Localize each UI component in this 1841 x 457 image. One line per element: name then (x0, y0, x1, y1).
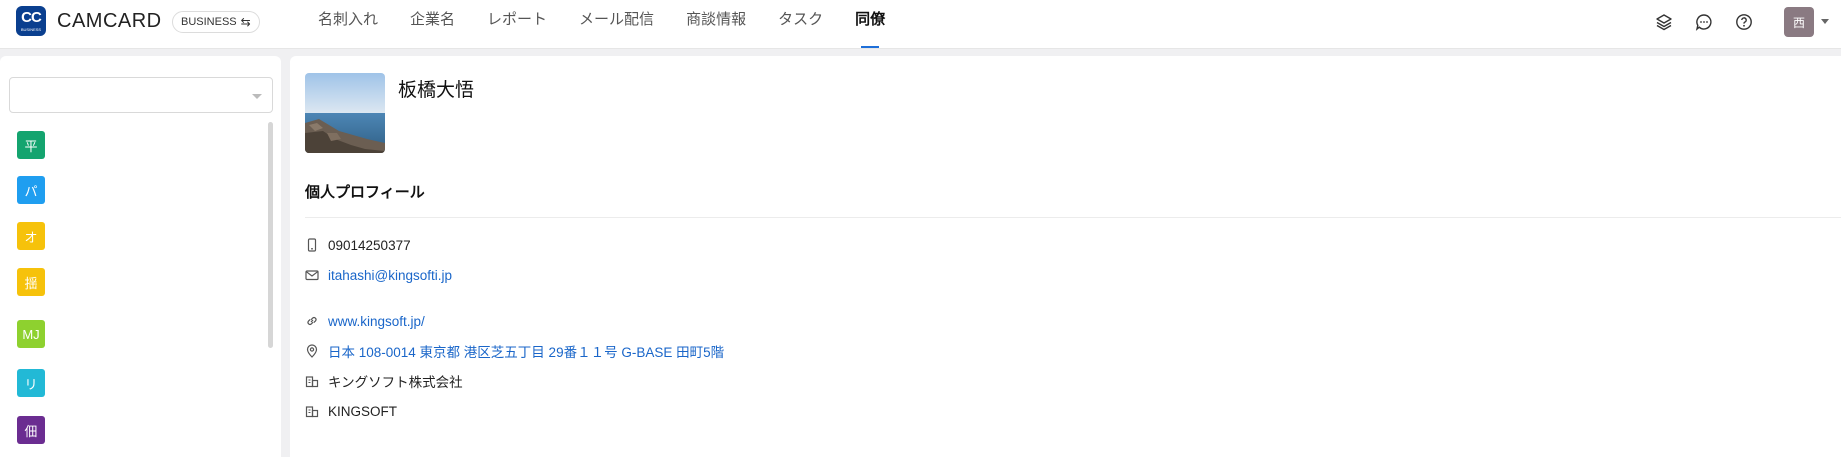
app-name: CAMCARD (57, 10, 162, 32)
user-avatar[interactable]: 西 (1784, 7, 1814, 37)
member-avatar[interactable]: MJ (17, 320, 45, 348)
logo-subtext: BUSINESS (20, 27, 42, 32)
nav-tab-tasks[interactable]: タスク (778, 0, 823, 48)
building-icon (305, 374, 319, 388)
website-row: www.kingsoft.jp/ (305, 312, 425, 330)
company-row: キングソフト株式会社 (305, 372, 463, 390)
profile-panel: 板橋大悟 個人プロフィール 09014250377 itahashi@kings… (290, 56, 1841, 457)
nav-tab-email[interactable]: メール配信 (579, 0, 654, 48)
edition-switch[interactable]: BUSINESS ⇆ (172, 11, 260, 33)
email-row: itahashi@kingsofti.jp (305, 266, 452, 284)
address-row: 日本 108-0014 東京都 港区芝五丁目 29番１１号 G-BASE 田町5… (305, 342, 724, 360)
website-link[interactable]: www.kingsoft.jp/ (328, 314, 425, 329)
nav-tab-colleagues[interactable]: 同僚 (855, 0, 885, 48)
member-avatar[interactable]: リ (17, 369, 45, 397)
location-pin-icon (305, 344, 319, 358)
company-name-en: KINGSOFT (328, 403, 398, 419)
person-name: 板橋大悟 (398, 80, 475, 101)
link-icon (305, 314, 319, 328)
member-avatar[interactable]: 佃 (17, 416, 45, 444)
member-avatar[interactable]: オ (17, 222, 45, 250)
phone-number: 09014250377 (328, 237, 411, 253)
member-avatar[interactable]: 平 (17, 131, 45, 159)
switch-arrows-icon: ⇆ (240, 15, 251, 29)
colleague-sidebar: 平 パ オ 揺 MJ リ 佃 (0, 56, 281, 457)
nav-tab-reports[interactable]: レポート (487, 0, 547, 48)
profile-photo[interactable] (305, 73, 385, 153)
sidebar-scrollbar[interactable] (268, 122, 273, 348)
address-link[interactable]: 日本 108-0014 東京都 港区芝五丁目 29番１１号 G-BASE 田町5… (328, 341, 724, 361)
member-avatar[interactable]: パ (17, 176, 45, 204)
department-select[interactable] (9, 77, 273, 113)
nav-tab-deals[interactable]: 商談情報 (686, 0, 746, 48)
phone-row: 09014250377 (305, 236, 411, 254)
nav-tab-companies[interactable]: 企業名 (410, 0, 455, 48)
help-icon[interactable] (1734, 12, 1754, 32)
section-title: 個人プロフィール (305, 184, 425, 201)
mobile-phone-icon (305, 238, 319, 252)
nav-tab-cards[interactable]: 名刺入れ (318, 0, 378, 48)
company-name: キングソフト株式会社 (328, 375, 463, 390)
company-en-row: KINGSOFT (305, 402, 397, 420)
mail-icon (305, 268, 319, 282)
main-nav: 名刺入れ 企業名 レポート メール配信 商談情報 タスク 同僚 (318, 0, 917, 48)
email-link[interactable]: itahashi@kingsofti.jp (328, 268, 452, 283)
member-avatar[interactable]: 揺 (17, 268, 45, 296)
top-bar: CC BUSINESS CAMCARD BUSINESS ⇆ 名刺入れ 企業名 … (0, 0, 1841, 49)
chevron-down-icon (252, 94, 262, 99)
chevron-down-icon[interactable] (1821, 19, 1829, 24)
section-divider (305, 217, 1841, 218)
camcard-logo[interactable]: CC BUSINESS (16, 6, 46, 36)
building-icon (305, 404, 319, 418)
chat-icon[interactable] (1694, 12, 1714, 32)
edition-label: BUSINESS (181, 16, 237, 28)
logo-text: CC (21, 9, 42, 26)
layers-icon[interactable] (1654, 12, 1674, 32)
